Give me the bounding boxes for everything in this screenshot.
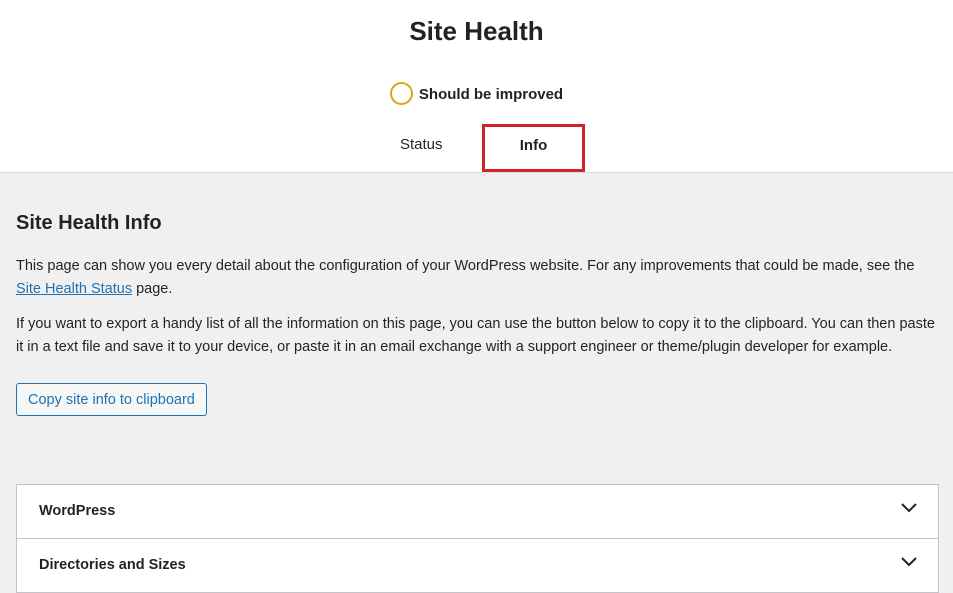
tab-info[interactable]: Info [482,124,585,172]
intro-paragraph: This page can show you every detail abou… [16,255,939,301]
health-status-label: Should be improved [418,86,564,103]
export-paragraph: If you want to export a handy list of al… [16,316,935,355]
intro-text-after: page. [132,281,173,297]
accordion-item-wordpress[interactable]: WordPress [17,485,938,539]
copy-site-info-button[interactable]: Copy site info to clipboard [16,383,207,416]
site-health-info-section: Site Health Info This page can show you … [16,212,939,416]
accordion-item-label: Directories and Sizes [39,557,186,573]
status-circle-icon [389,82,413,105]
page-title: Site Health [409,16,544,46]
accordion-item-directories-and-sizes[interactable]: Directories and Sizes [17,539,938,592]
health-status: Should be improved [0,82,953,105]
info-accordion: WordPress Directories and Sizes [16,484,939,593]
section-title: Site Health Info [16,212,162,234]
chevron-down-icon [901,503,917,513]
tab-status[interactable]: Status [400,136,443,153]
intro-text-before: This page can show you every detail abou… [16,258,915,274]
page-header: Site Health Should be improved Status In… [0,0,953,173]
accordion-item-label: WordPress [39,503,116,519]
chevron-down-icon [901,557,917,567]
site-health-status-link[interactable]: Site Health Status [16,281,132,297]
